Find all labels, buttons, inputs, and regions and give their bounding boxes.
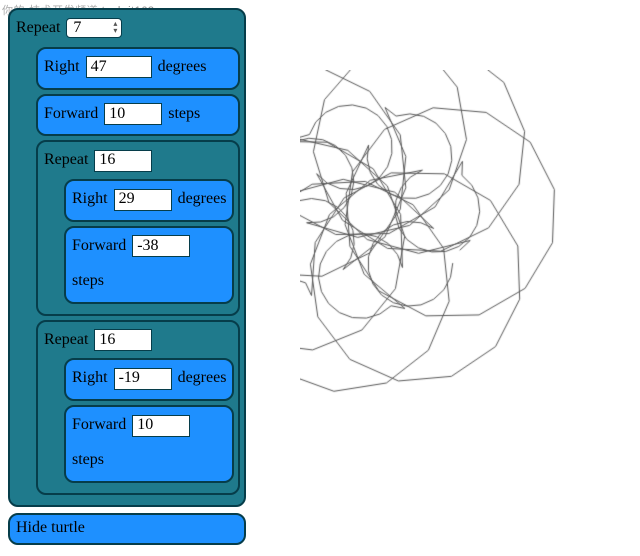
blocks-panel: Repeat 7 ▴▾ Right 47 degrees Forward xyxy=(8,8,246,551)
stepper-arrows-icon[interactable]: ▴▾ xyxy=(113,20,117,34)
hide-turtle-block[interactable]: Hide turtle xyxy=(8,513,246,545)
repeat-label-b: Repeat xyxy=(44,326,88,355)
repeat-block-b[interactable]: Repeat 16 Right -19 degrees xyxy=(36,320,240,495)
repeat-block-a[interactable]: Repeat 16 Right 29 degrees xyxy=(36,140,240,315)
right-block-b[interactable]: Right -19 degrees xyxy=(64,358,234,401)
forward-block-1[interactable]: Forward 10 steps xyxy=(36,94,240,137)
degrees-label-a: degrees xyxy=(178,185,227,214)
repeat-outer-input[interactable]: 7 ▴▾ xyxy=(66,18,122,38)
right1-input[interactable]: 47 xyxy=(86,56,152,78)
right-block-a[interactable]: Right 29 degrees xyxy=(64,179,234,222)
forward-b-input[interactable]: 10 xyxy=(132,415,190,437)
degrees-label-b: degrees xyxy=(178,364,227,393)
steps-label-b: steps xyxy=(72,446,104,475)
repeat-b-input[interactable]: 16 xyxy=(94,329,152,351)
right-block-1[interactable]: Right 47 degrees xyxy=(36,47,240,90)
right-b-input[interactable]: -19 xyxy=(114,368,172,390)
repeat-label: Repeat xyxy=(16,14,60,43)
repeat-a-input[interactable]: 16 xyxy=(94,150,152,172)
forward1-input[interactable]: 10 xyxy=(104,103,162,125)
forward-block-b[interactable]: Forward 10 steps xyxy=(64,405,234,483)
degrees-label: degrees xyxy=(158,53,207,82)
right-label-b: Right xyxy=(72,364,108,393)
right-label: Right xyxy=(44,53,80,82)
forward-label-b: Forward xyxy=(72,411,126,440)
forward-a-input[interactable]: -38 xyxy=(132,235,190,257)
forward-label: Forward xyxy=(44,100,98,129)
steps-label: steps xyxy=(168,100,200,129)
steps-label-a: steps xyxy=(72,267,104,296)
repeat-block-outer[interactable]: Repeat 7 ▴▾ Right 47 degrees Forward xyxy=(8,8,246,507)
forward-label-a: Forward xyxy=(72,232,126,261)
right-label-a: Right xyxy=(72,185,108,214)
hide-turtle-label: Hide turtle xyxy=(16,519,85,536)
repeat-outer-value: 7 xyxy=(73,14,81,43)
forward-block-a[interactable]: Forward -38 steps xyxy=(64,226,234,304)
right-a-input[interactable]: 29 xyxy=(114,189,172,211)
turtle-canvas xyxy=(300,70,620,430)
repeat-label-a: Repeat xyxy=(44,146,88,175)
